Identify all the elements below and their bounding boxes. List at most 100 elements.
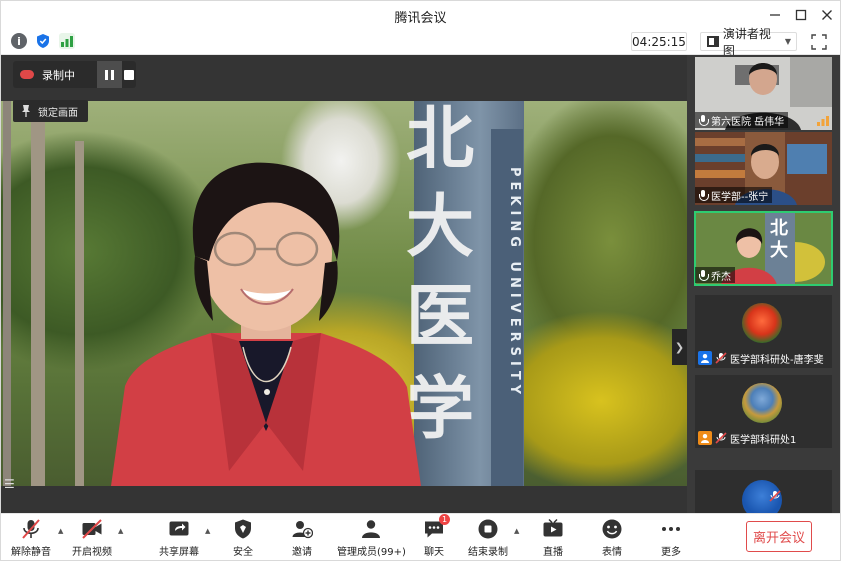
chat-button[interactable]: 1 聊天	[423, 514, 450, 560]
participant-tile-active[interactable]: 北 大 乔杰	[694, 211, 833, 286]
view-mode-select[interactable]: 演讲者视图 ▼	[700, 27, 797, 58]
control-bar: 解除静音 ▲ 开启视频 ▲ 共享屏幕 ▲ 安全 邀请 管理成员(99+) 1 聊…	[1, 513, 840, 560]
info-icon[interactable]: i	[11, 33, 27, 49]
leave-meeting-button[interactable]: 离开会议	[746, 521, 812, 552]
recording-indicator: 录制中	[13, 61, 136, 88]
tree-trunk	[75, 141, 84, 486]
video-options-arrow[interactable]: ▲	[118, 527, 123, 535]
camera-off-icon	[81, 518, 103, 540]
participant-name: 医学部--张宁	[711, 191, 769, 203]
shield-icon[interactable]	[35, 33, 51, 49]
fullscreen-icon[interactable]	[809, 32, 829, 52]
mic-muted-icon	[769, 490, 781, 502]
svg-text:大: 大	[770, 239, 788, 261]
speaker-video: 北 大 医 学 PEKING UNIVERSITY	[1, 101, 687, 486]
tree-trunk	[3, 101, 11, 486]
participant-name: 医学部科研处1	[730, 434, 797, 446]
close-icon[interactable]	[817, 5, 837, 25]
main-stage: 北 大 医 学 PEKING UNIVERSITY 录制中 锁定画面 ☰ ❯	[1, 55, 687, 513]
invite-button[interactable]: 邀请	[291, 518, 313, 560]
layout-icon	[707, 36, 719, 47]
more-dots-icon	[660, 518, 682, 540]
meeting-window: 腾讯会议 i 04:25:15 演讲者视图 ▼ 北 大 医 学 PEKING U…	[0, 0, 841, 561]
lock-view-label: 锁定画面	[38, 107, 78, 119]
mic-muted-icon	[20, 518, 42, 540]
speaker-person	[111, 162, 421, 486]
shield-icon	[232, 518, 254, 540]
mic-muted-icon	[715, 432, 727, 444]
participant-name: 第六医院 岳伟华	[711, 116, 785, 128]
chat-icon: 1	[423, 514, 450, 540]
security-button[interactable]: 安全	[232, 518, 254, 560]
participant-name-label: 第六医院 岳伟华	[695, 112, 789, 128]
recording-options-arrow[interactable]: ▲	[514, 527, 519, 535]
collapse-panel-icon[interactable]: ❯	[672, 329, 687, 365]
maximize-icon[interactable]	[791, 5, 811, 25]
tree-trunk	[31, 101, 45, 486]
mic-active-icon	[698, 269, 709, 281]
window-title: 腾讯会议	[394, 11, 447, 26]
pillar-english-text: PEKING UNIVERSITY	[507, 167, 522, 400]
emoji-icon	[601, 518, 623, 540]
pause-recording-button[interactable]	[97, 61, 122, 88]
share-screen-button[interactable]: 共享屏幕	[159, 518, 199, 560]
view-mode-label: 演讲者视图	[722, 26, 771, 58]
avatar	[742, 383, 782, 423]
mic-icon	[698, 189, 709, 201]
cloud-record-icon	[20, 70, 34, 79]
participant-name: 医学部科研处-唐李斐	[730, 354, 824, 366]
share-screen-label: 共享屏幕	[159, 547, 199, 558]
participant-name-label: 医学部--张宁	[695, 187, 773, 203]
minimize-icon[interactable]	[765, 5, 785, 25]
more-label: 更多	[661, 547, 681, 558]
mic-icon	[698, 114, 709, 126]
add-user-icon	[291, 518, 313, 540]
start-video-label: 开启视频	[72, 547, 112, 558]
svg-text:北: 北	[770, 218, 788, 239]
members-icon	[360, 518, 382, 540]
participant-tile[interactable]: 医学部科研处1	[695, 375, 832, 448]
chat-unread-badge: 1	[439, 514, 450, 525]
avatar	[742, 303, 782, 343]
user-badge-icon	[698, 431, 712, 445]
unmute-button[interactable]: 解除静音	[11, 518, 51, 560]
stop-record-icon	[477, 518, 499, 540]
start-video-button[interactable]: 开启视频	[72, 518, 112, 560]
participant-name: 乔杰	[711, 271, 731, 283]
end-recording-button[interactable]: 结束录制	[468, 518, 508, 560]
share-screen-icon	[168, 518, 190, 540]
participant-tile[interactable]: 医学部科研处-唐李斐	[695, 295, 832, 368]
lock-view-button[interactable]: 锁定画面	[13, 100, 88, 122]
signal-icon[interactable]	[59, 33, 75, 49]
participant-name-label: 医学部科研处-唐李斐	[695, 350, 828, 366]
more-button[interactable]: 更多	[660, 518, 682, 560]
menu-lines-icon[interactable]: ☰	[4, 477, 22, 497]
mic-muted-icon	[715, 352, 727, 364]
participant-tile[interactable]: 第六医院 岳伟华	[695, 57, 832, 130]
end-recording-label: 结束录制	[468, 547, 508, 558]
recording-label: 录制中	[42, 68, 75, 82]
audio-options-arrow[interactable]: ▲	[58, 527, 63, 535]
pin-icon	[22, 105, 30, 117]
share-options-arrow[interactable]: ▲	[205, 527, 210, 535]
participant-name-label: 乔杰	[695, 267, 735, 283]
live-stream-icon	[542, 518, 564, 540]
user-badge-icon	[698, 351, 712, 365]
manage-members-button[interactable]: 管理成员(99+)	[337, 518, 406, 560]
reactions-label: 表情	[602, 547, 622, 558]
meeting-toolbar: i 04:25:15 演讲者视图 ▼	[1, 27, 840, 58]
live-label: 直播	[543, 547, 563, 558]
stop-recording-button[interactable]	[122, 61, 136, 88]
reactions-button[interactable]: 表情	[601, 518, 623, 560]
manage-members-label: 管理成员(99+)	[337, 547, 406, 558]
participant-tile[interactable]: 医学部--张宁	[695, 132, 832, 205]
invite-label: 邀请	[292, 547, 312, 558]
chevron-down-icon: ▼	[784, 37, 791, 46]
participant-panel: 第六医院 岳伟华 医学部--张宁 北 大 乔杰 医学部科研处-唐李斐 医学部科研…	[687, 55, 840, 513]
meeting-timer: 04:25:15	[631, 32, 687, 51]
live-button[interactable]: 直播	[542, 518, 564, 560]
title-bar: 腾讯会议	[1, 1, 840, 29]
participant-name-label: 医学部科研处1	[695, 430, 800, 446]
unmute-label: 解除静音	[11, 547, 51, 558]
participant-tile[interactable]	[695, 470, 832, 513]
